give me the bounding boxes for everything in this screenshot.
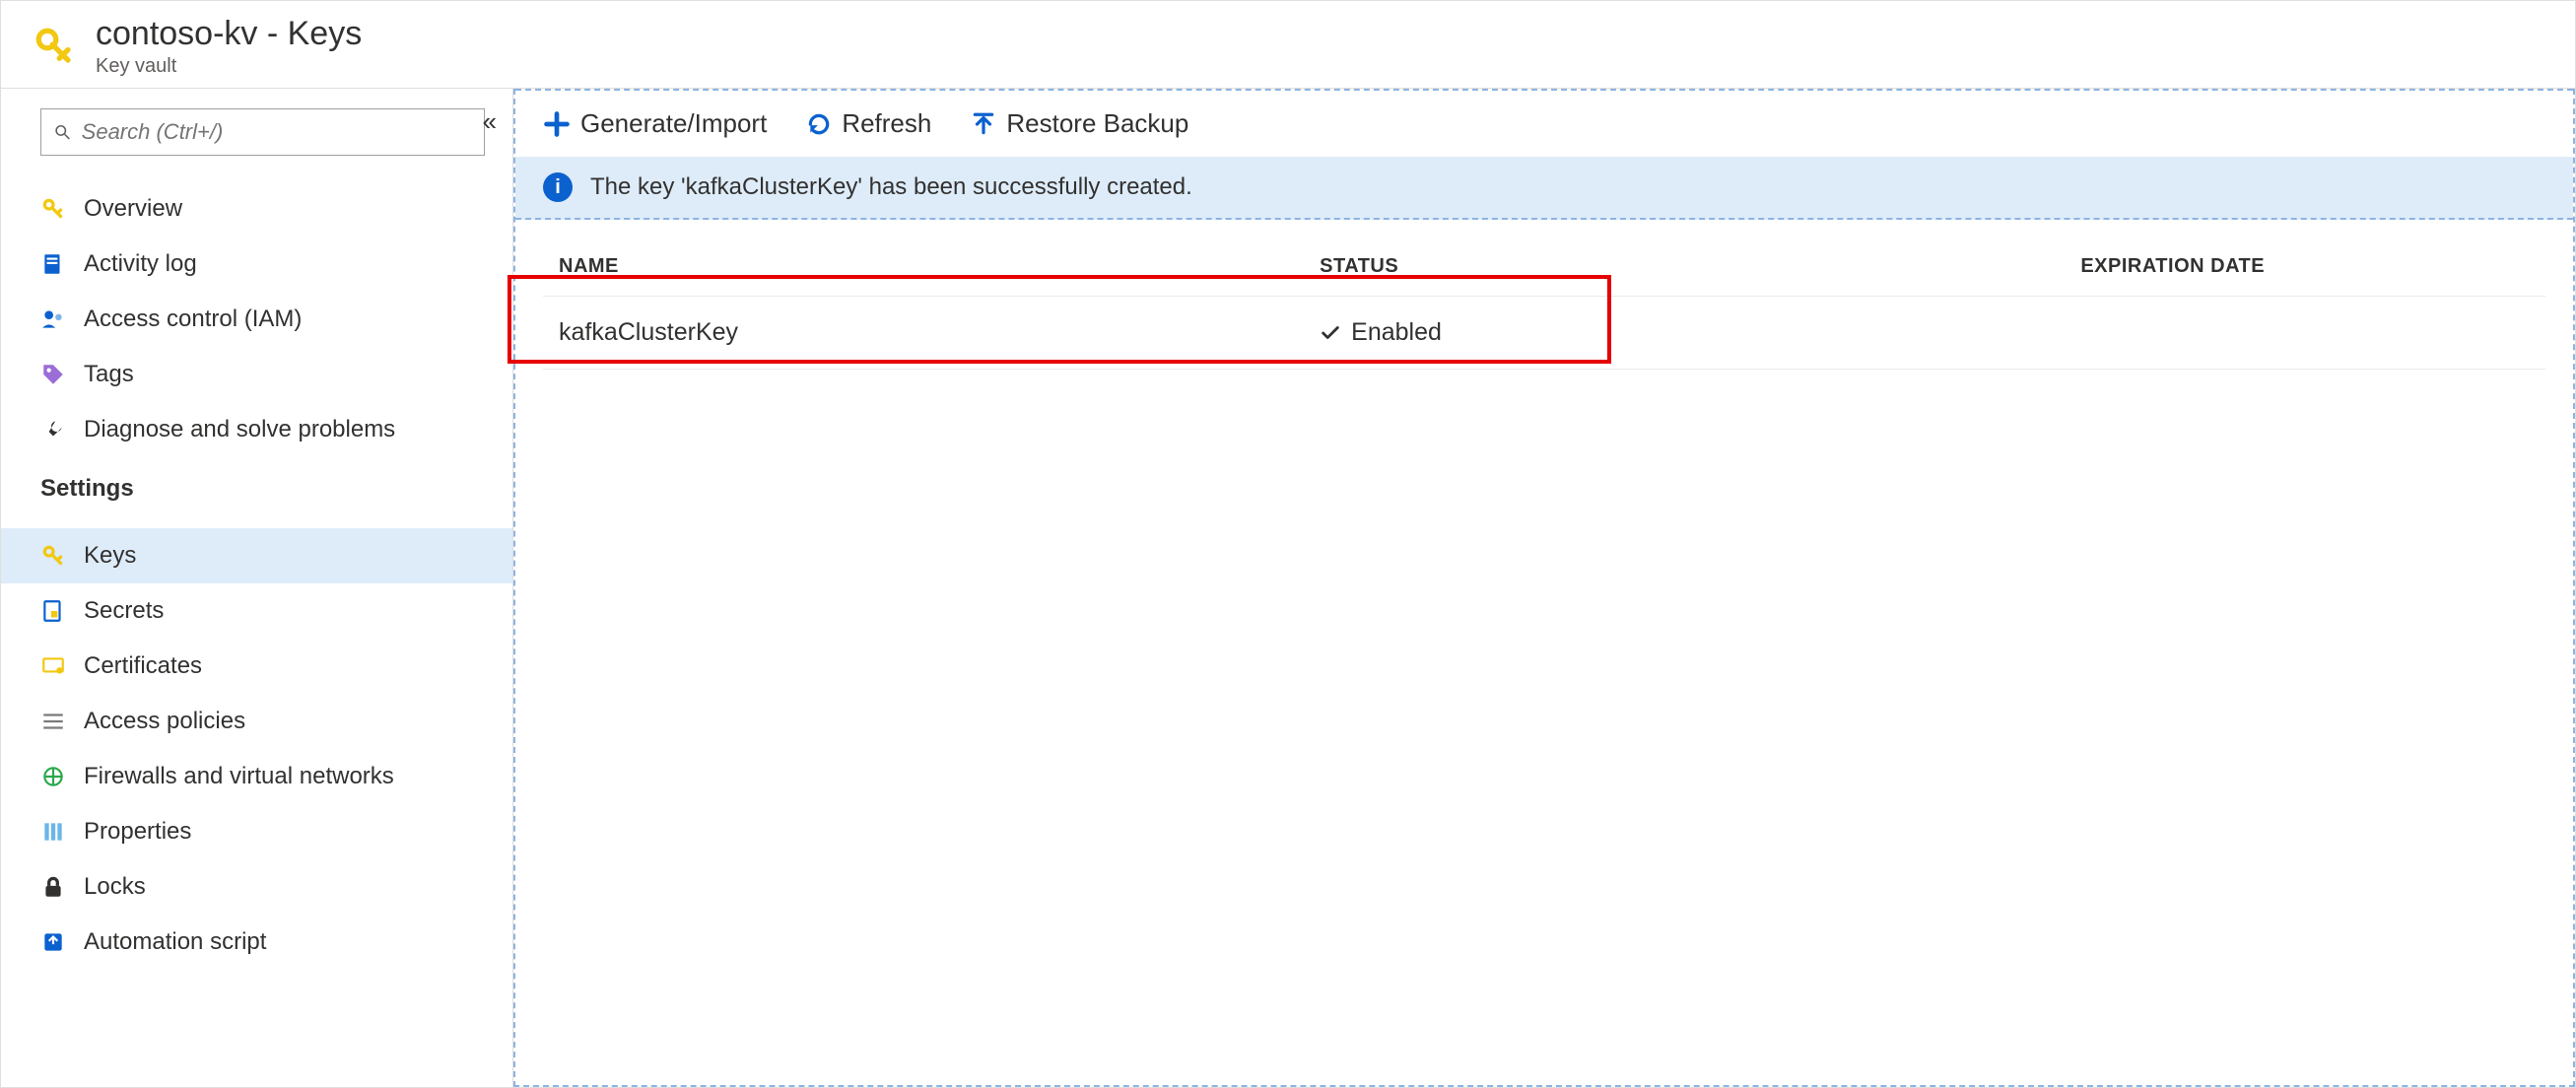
sidebar-item-label: Activity log <box>84 250 197 278</box>
key-vault-icon <box>25 26 84 67</box>
log-icon <box>40 251 78 277</box>
generate-import-button[interactable]: Generate/Import <box>543 108 767 139</box>
notification-banner: i The key 'kafkaClusterKey' has been suc… <box>515 157 2573 220</box>
sidebar-item-secrets[interactable]: Secrets <box>1 583 512 639</box>
search-input[interactable] <box>82 119 472 145</box>
sidebar-item-label: Keys <box>84 542 136 570</box>
sidebar-section-settings: Settings <box>1 457 512 510</box>
sidebar-search[interactable] <box>40 108 485 156</box>
sidebar-item-label: Overview <box>84 195 182 223</box>
refresh-icon <box>806 111 832 137</box>
wrench-icon <box>40 417 78 442</box>
secret-icon <box>40 598 78 624</box>
refresh-button[interactable]: Refresh <box>806 108 931 139</box>
key-yellow-icon <box>40 196 78 222</box>
sidebar-item-label: Secrets <box>84 597 164 625</box>
sidebar-item-label: Properties <box>84 818 191 846</box>
info-icon: i <box>543 172 573 202</box>
sidebar-item-label: Diagnose and solve problems <box>84 416 395 443</box>
key-status-cell: Enabled <box>1304 297 2065 370</box>
cert-icon <box>40 653 78 679</box>
search-icon <box>53 122 72 142</box>
script-icon <box>40 929 78 955</box>
table-row[interactable]: kafkaClusterKeyEnabled <box>543 297 2545 370</box>
page-title: contoso-kv - Keys <box>96 15 362 53</box>
column-header-name[interactable]: NAME <box>543 238 1304 297</box>
sidebar-item-access-control-iam-[interactable]: Access control (IAM) <box>1 292 512 347</box>
sidebar-item-label: Certificates <box>84 652 202 680</box>
column-header-status[interactable]: STATUS <box>1304 238 2065 297</box>
sidebar-item-certificates[interactable]: Certificates <box>1 639 512 694</box>
upload-icon <box>971 111 996 137</box>
sidebar-item-label: Access control (IAM) <box>84 306 302 333</box>
main-panel: Generate/Import Refresh Restore Backup i <box>513 89 2575 1087</box>
keys-table: NAME STATUS EXPIRATION DATE kafkaCluster… <box>543 238 2545 370</box>
iam-icon <box>40 306 78 332</box>
key-yellow-icon <box>40 543 78 569</box>
toolbar-label: Refresh <box>842 108 931 139</box>
sidebar-item-overview[interactable]: Overview <box>1 181 512 237</box>
column-header-expiration[interactable]: EXPIRATION DATE <box>2065 238 2545 297</box>
sidebar-item-label: Access policies <box>84 708 245 735</box>
toolbar: Generate/Import Refresh Restore Backup <box>515 89 2573 157</box>
sidebar-item-label: Automation script <box>84 928 266 956</box>
sidebar-item-diagnose-and-solve-problems[interactable]: Diagnose and solve problems <box>1 402 512 457</box>
props-icon <box>40 819 78 845</box>
page-subtitle: Key vault <box>96 55 362 78</box>
collapse-sidebar-icon[interactable]: « <box>483 106 497 137</box>
sidebar-item-tags[interactable]: Tags <box>1 347 512 402</box>
sidebar-item-firewalls-and-virtual-networks[interactable]: Firewalls and virtual networks <box>1 749 512 804</box>
sidebar: « Overview Activity log Access control (IA… <box>1 89 513 1087</box>
sidebar-item-activity-log[interactable]: Activity log <box>1 237 512 292</box>
tag-icon <box>40 362 78 387</box>
notification-text: The key 'kafkaClusterKey' has been succe… <box>590 173 1192 201</box>
page-header: contoso-kv - Keys Key vault <box>1 1 2575 89</box>
toolbar-label: Restore Backup <box>1006 108 1188 139</box>
sidebar-item-keys[interactable]: Keys <box>1 528 512 583</box>
check-icon <box>1320 322 1341 344</box>
lock-icon <box>40 874 78 900</box>
sidebar-item-access-policies[interactable]: Access policies <box>1 694 512 749</box>
key-name-cell: kafkaClusterKey <box>543 297 1304 370</box>
sidebar-item-label: Tags <box>84 361 134 388</box>
restore-backup-button[interactable]: Restore Backup <box>971 108 1188 139</box>
sidebar-item-label: Firewalls and virtual networks <box>84 763 394 790</box>
sidebar-item-automation-script[interactable]: Automation script <box>1 915 512 970</box>
sidebar-item-properties[interactable]: Properties <box>1 804 512 859</box>
key-expiration-cell <box>2065 297 2545 370</box>
firewall-icon <box>40 764 78 789</box>
sidebar-item-label: Locks <box>84 873 146 901</box>
toolbar-label: Generate/Import <box>580 108 767 139</box>
sidebar-item-locks[interactable]: Locks <box>1 859 512 915</box>
policies-icon <box>40 709 78 734</box>
plus-icon <box>543 110 571 138</box>
